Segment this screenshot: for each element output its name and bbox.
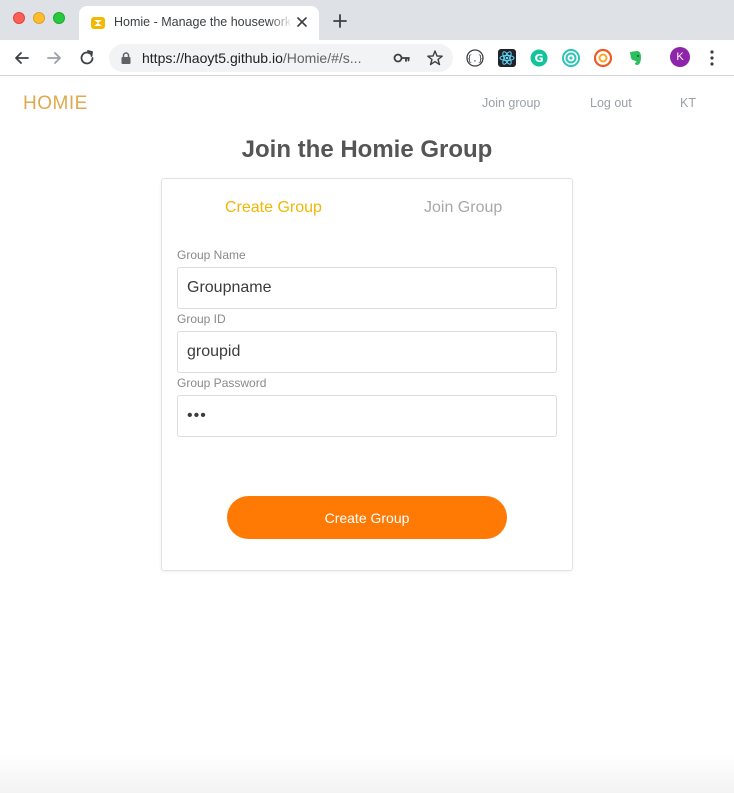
url-text: https://haoyt5.github.io/Homie/#/s... (142, 50, 362, 66)
browser-tab[interactable]: Homie - Manage the housework (79, 6, 319, 40)
nav-user-link[interactable]: KT (680, 96, 696, 110)
tab-join-group[interactable]: Join Group (424, 199, 502, 217)
group-id-label: Group ID (177, 312, 226, 326)
brand-logo[interactable]: HOMIE (23, 93, 88, 115)
code-braces-extension-icon[interactable]: {.} (465, 48, 485, 68)
react-devtools-icon[interactable] (497, 48, 517, 68)
clockify-extension-icon[interactable] (593, 48, 613, 68)
group-password-label: Group Password (177, 376, 267, 390)
back-arrow-icon[interactable] (12, 48, 32, 68)
group-password-input[interactable] (177, 395, 557, 437)
new-tab-plus-icon[interactable] (331, 12, 349, 30)
page-title: Join the Homie Group (241, 136, 493, 163)
maximize-window-button[interactable] (53, 12, 65, 24)
browser-tab-bar: Homie - Manage the housework (0, 0, 734, 40)
homie-favicon-icon (91, 17, 105, 29)
close-icon[interactable] (294, 14, 310, 30)
tab-create-group[interactable]: Create Group (225, 199, 322, 217)
tab-title: Homie - Manage the housework (114, 15, 290, 29)
bookmark-star-icon[interactable] (426, 49, 444, 67)
group-id-input[interactable] (177, 331, 557, 373)
reload-icon[interactable] (77, 48, 97, 68)
browser-toolbar: https://haoyt5.github.io/Homie/#/s... {.… (0, 40, 734, 76)
group-form-card: Create Group Join Group Group Name Group… (161, 178, 573, 571)
group-name-label: Group Name (177, 248, 246, 262)
svg-text:G: G (534, 52, 543, 65)
svg-text:{.}: {.} (467, 55, 483, 65)
grammarly-icon[interactable]: G (529, 48, 549, 68)
group-name-input[interactable] (177, 267, 557, 309)
lock-icon (121, 52, 131, 64)
close-window-button[interactable] (13, 12, 25, 24)
address-bar[interactable]: https://haoyt5.github.io/Homie/#/s... (109, 44, 453, 72)
profile-avatar[interactable]: K (670, 47, 690, 67)
nav-logout-link[interactable]: Log out (590, 96, 632, 110)
forward-arrow-icon[interactable] (44, 48, 64, 68)
page: HOMIE Join group Log out KT Join the Hom… (0, 77, 734, 793)
key-icon[interactable] (393, 51, 411, 65)
nav-join-group-link[interactable]: Join group (482, 96, 540, 110)
evernote-extension-icon[interactable] (625, 48, 645, 68)
target-extension-icon[interactable] (561, 48, 581, 68)
create-group-button[interactable]: Create Group (227, 496, 507, 539)
minimize-window-button[interactable] (33, 12, 45, 24)
more-menu-icon[interactable] (705, 48, 719, 68)
